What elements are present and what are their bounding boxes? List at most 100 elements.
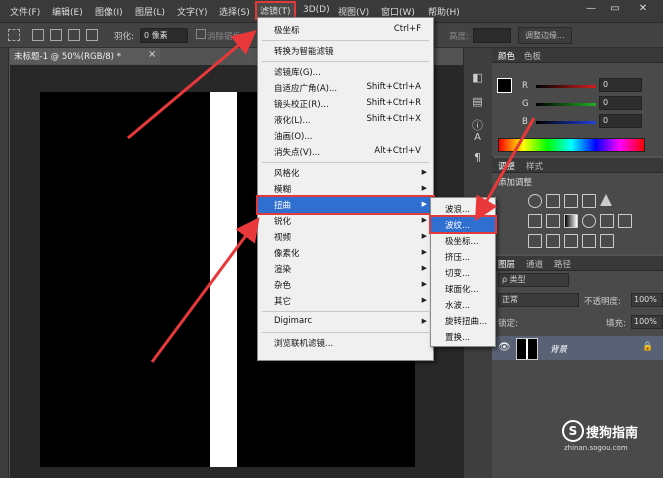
menu-separator [262, 162, 429, 163]
marquee-icon[interactable] [8, 29, 20, 41]
filter-menu-item[interactable]: 风格化 ▶ [258, 165, 433, 181]
info-icon[interactable]: ⓘ [472, 120, 483, 131]
blend-mode-select[interactable]: 正常 [498, 293, 579, 307]
distort-submenu-item[interactable]: 波纹... [429, 215, 497, 234]
history-icon[interactable]: ◧ [472, 72, 483, 83]
filter-menu-item[interactable]: 极坐标 Ctrl+F [258, 22, 433, 38]
layer-name[interactable]: 背景 [550, 343, 567, 355]
tab-adjustments[interactable]: 调整 [498, 160, 515, 172]
properties-icon[interactable]: ▤ [472, 96, 483, 107]
channel-r-slider[interactable] [536, 85, 596, 88]
channel-b-slider[interactable] [536, 121, 596, 124]
distort-submenu-item[interactable]: 旋转扭曲... [431, 313, 495, 328]
color-lookup-icon[interactable] [618, 214, 632, 228]
distort-submenu-item[interactable]: 挤压... [431, 249, 495, 264]
tab-styles[interactable]: 样式 [526, 160, 543, 172]
filter-menu-item[interactable]: 镜头校正(R)... Shift+Ctrl+R [258, 96, 433, 112]
levels-icon[interactable] [546, 194, 560, 208]
filter-menu-item[interactable]: 扭曲 ▶ [256, 195, 435, 215]
tab-layers[interactable]: 图层 [498, 258, 515, 270]
menu-type[interactable]: 文字(Y) [177, 5, 208, 18]
filter-menu-item[interactable]: 自适应广角(A)... Shift+Ctrl+A [258, 80, 433, 96]
maximize-button[interactable]: ▭ [606, 2, 624, 16]
exposure-icon[interactable] [582, 194, 596, 208]
filter-menu-item[interactable]: 转换为智能滤镜 [258, 43, 433, 59]
filter-menu-item[interactable]: 视频 ▶ [258, 229, 433, 245]
menu-filter[interactable]: 滤镜(T) [255, 1, 296, 20]
filter-menu-item[interactable]: 滤镜库(G)... [258, 64, 433, 80]
color-spectrum-bar[interactable] [498, 138, 645, 152]
opacity-label: 不透明度: [584, 297, 621, 307]
photo-filter-icon[interactable] [582, 214, 596, 228]
threshold-icon[interactable] [564, 234, 578, 248]
filter-menu-item[interactable]: 消失点(V)... Alt+Ctrl+V [258, 144, 433, 160]
filter-menu-item[interactable]: 模糊 ▶ [258, 181, 433, 197]
filter-menu-item[interactable]: 锐化 ▶ [258, 213, 433, 229]
distort-submenu-item[interactable]: 置换... [431, 329, 495, 344]
distort-submenu-item[interactable]: 球面化... [431, 281, 495, 296]
tab-paths[interactable]: 路径 [554, 258, 571, 270]
color-balance-icon[interactable] [546, 214, 560, 228]
filter-menu-item[interactable]: 油画(O)... [258, 128, 433, 144]
antialias-checkbox[interactable] [196, 29, 206, 39]
curves-icon[interactable] [564, 194, 578, 208]
filter-menu-item[interactable]: 液化(L)... Shift+Ctrl+X [258, 112, 433, 128]
paragraph-icon[interactable]: ¶ [472, 152, 483, 163]
filter-menu-item[interactable]: 杂色 ▶ [258, 277, 433, 293]
channel-mixer-icon[interactable] [600, 214, 614, 228]
brightness-icon[interactable] [528, 194, 542, 208]
tab-channels[interactable]: 通道 [526, 258, 543, 270]
channel-b-value[interactable]: 0 [599, 114, 642, 128]
distort-submenu-item[interactable]: 波浪... [431, 201, 495, 216]
fill-input[interactable]: 100% [631, 315, 663, 329]
eye-icon[interactable]: 👁 [498, 342, 511, 353]
invert-icon[interactable] [528, 234, 542, 248]
channel-g-value[interactable]: 0 [599, 96, 642, 110]
filter-menu-item[interactable]: 渲染 ▶ [258, 261, 433, 277]
filter-menu-item[interactable]: 浏览联机滤镜... [258, 335, 433, 351]
filter-menu-item[interactable]: Digimarc ▶ [258, 314, 433, 330]
filter-menu-item-label: 杂色 [274, 281, 292, 291]
opacity-input[interactable]: 100% [631, 293, 663, 307]
menu-select[interactable]: 选择(S) [219, 5, 250, 18]
menu-edit[interactable]: 编辑(E) [52, 5, 83, 18]
layer-kind-filter[interactable]: ρ 类型 [498, 273, 569, 287]
black-white-icon[interactable] [564, 214, 578, 228]
menu-3d[interactable]: 3D(D) [303, 5, 330, 15]
hue-saturation-icon[interactable] [528, 214, 542, 228]
posterize-icon[interactable] [546, 234, 560, 248]
menu-image[interactable]: 图像(I) [95, 5, 123, 18]
add-selection-icon[interactable] [50, 29, 62, 41]
minimize-button[interactable]: — [582, 2, 600, 16]
vibrance-icon[interactable] [600, 194, 612, 206]
menu-layer[interactable]: 图层(L) [135, 5, 165, 18]
character-icon[interactable]: A [472, 132, 483, 143]
submenu-arrow-icon: ▶ [421, 232, 427, 240]
document-tab[interactable]: 未标题-1 @ 50%(RGB/8) * × [10, 48, 160, 64]
menu-file[interactable]: 文件(F) [10, 5, 40, 18]
filter-menu-item-shortcut: Shift+Ctrl+X [366, 114, 421, 124]
distort-submenu-item[interactable]: 水波... [431, 297, 495, 312]
gradient-map-icon[interactable] [582, 234, 596, 248]
subtract-selection-icon[interactable] [68, 29, 80, 41]
feather-input[interactable]: 0 像素 [140, 28, 188, 43]
distort-submenu-item[interactable]: 切变... [431, 265, 495, 280]
tab-swatches[interactable]: 色板 [524, 50, 541, 62]
filter-menu-item[interactable]: 其它 ▶ [258, 293, 433, 309]
close-icon[interactable]: × [148, 49, 156, 60]
channel-g-slider[interactable] [536, 103, 596, 106]
adjustments-panel: 调整 样式 添加调整 [492, 158, 663, 254]
filter-menu-item[interactable]: 像素化 ▶ [258, 245, 433, 261]
close-button[interactable]: ✕ [634, 2, 652, 16]
distort-submenu-item[interactable]: 极坐标... [431, 233, 495, 248]
layer-row-background[interactable]: 👁 背景 🔒 [492, 336, 663, 360]
selective-color-icon[interactable] [600, 234, 614, 248]
tab-color[interactable]: 颜色 [498, 50, 515, 62]
submenu-arrow-icon: ▶ [421, 280, 427, 288]
new-selection-icon[interactable] [32, 29, 44, 41]
intersect-selection-icon[interactable] [86, 29, 98, 41]
foreground-color-swatch[interactable] [497, 78, 512, 93]
height-input[interactable] [473, 28, 511, 43]
channel-r-value[interactable]: 0 [599, 78, 642, 92]
refine-edge-button[interactable]: 调整边缘... [518, 27, 572, 44]
